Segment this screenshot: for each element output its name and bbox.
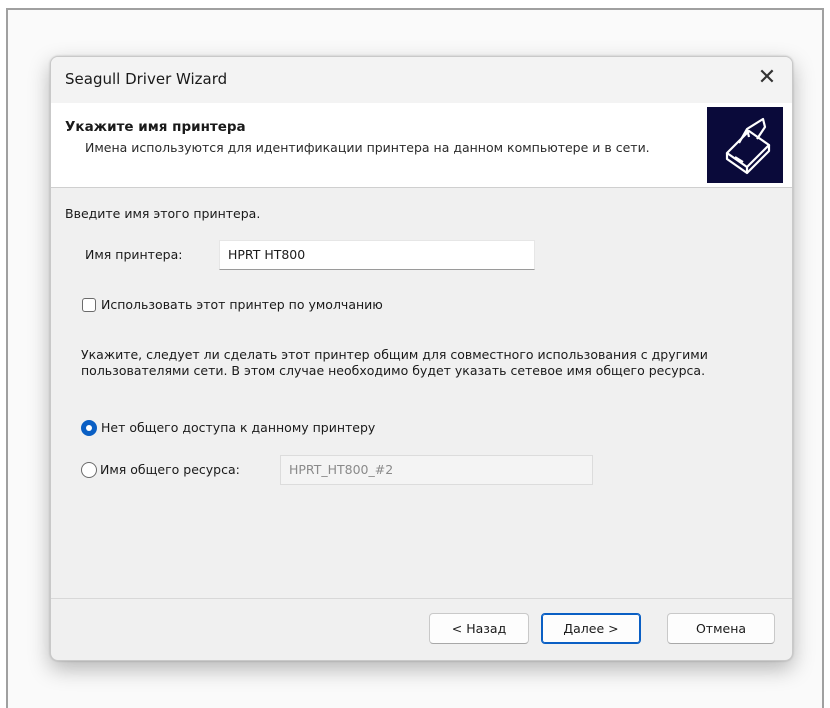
printer-icon [707,107,783,183]
page-title: Укажите имя принтера [65,119,246,135]
back-button[interactable]: < Назад [429,613,529,644]
share-name-label[interactable]: Имя общего ресурса: [100,462,240,477]
close-button[interactable]: ✕ [750,63,784,95]
title-bar: Seagull Driver Wizard ✕ [51,57,792,103]
no-share-label[interactable]: Нет общего доступа к данному принтеру [101,420,375,435]
page-subtitle: Имена используются для идентификации при… [85,140,650,155]
cancel-button[interactable]: Отмена [667,613,775,644]
printer-name-input[interactable]: HPRT HT800 [219,240,535,270]
share-radio[interactable] [81,462,97,478]
close-icon: ✕ [757,65,777,90]
printer-name-label: Имя принтера: [85,247,183,262]
share-name-input[interactable]: HPRT_HT800_#2 [280,455,593,485]
footer-divider [51,598,792,599]
next-button[interactable]: Далее > [541,613,641,644]
window-title: Seagull Driver Wizard [65,70,228,88]
intro-label: Введите имя этого принтера. [65,206,261,221]
no-share-radio[interactable] [81,420,97,436]
default-printer-checkbox[interactable] [82,298,96,312]
default-printer-label[interactable]: Использовать этот принтер по умолчанию [101,297,383,312]
share-description: Укажите, следует ли сделать этот принтер… [81,347,708,378]
wizard-dialog: Seagull Driver Wizard ✕ Укажите имя прин… [50,56,793,661]
wizard-header: Укажите имя принтера Имена используются … [51,103,792,188]
